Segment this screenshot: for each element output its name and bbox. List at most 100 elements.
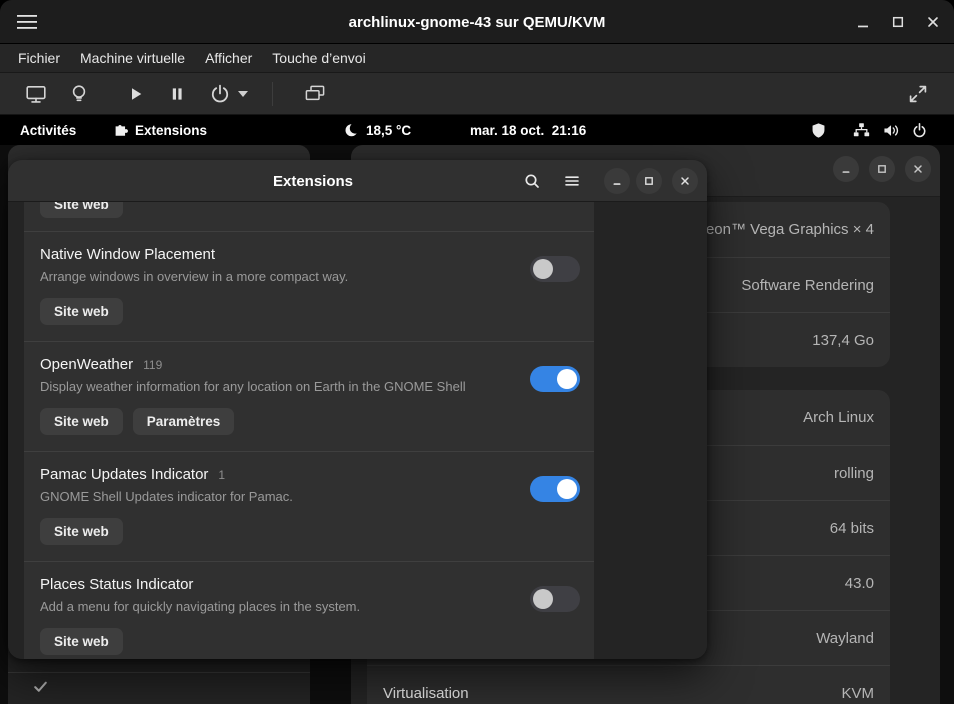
minimize-button[interactable]	[604, 168, 630, 194]
shutdown-menu-button[interactable]	[233, 77, 253, 111]
extension-row-header: Pamac Updates Indicator 1	[40, 466, 578, 484]
extension-name: Native Window Placement	[40, 246, 216, 263]
puzzle-icon	[115, 124, 128, 136]
search-button[interactable]	[516, 165, 548, 197]
extension-buttons: Site web	[40, 518, 578, 545]
virt-manager-window: archlinux-gnome-43 sur QEMU/KVM Fichier …	[0, 0, 954, 704]
minimize-icon	[842, 171, 850, 173]
extension-website-button[interactable]: Site web	[40, 628, 123, 655]
extension-description: Display weather information for any loca…	[40, 379, 466, 394]
system-status-area[interactable]	[810, 115, 928, 145]
clock-button[interactable]: mar. 18 oct. 21:16	[464, 115, 592, 145]
extensions-content: Site web Native Window Placement Arrange w…	[8, 202, 707, 659]
extension-website-button[interactable]: Site web	[40, 408, 123, 435]
menu-afficher[interactable]: Afficher	[195, 50, 262, 66]
close-icon	[681, 177, 689, 185]
extension-description: Arrange windows in overview in a more co…	[40, 269, 349, 284]
virtual-displays-button[interactable]	[298, 77, 332, 111]
settings-row: Virtualisation KVM	[367, 665, 890, 704]
shield-icon	[812, 122, 825, 138]
maximize-icon	[892, 16, 904, 28]
toolbar-separator	[272, 82, 273, 106]
separator	[8, 672, 310, 673]
settings-row-value: Wayland	[816, 629, 874, 647]
check-icon	[34, 681, 47, 692]
pause-button[interactable]	[160, 77, 194, 111]
extensions-title: Extensions	[272, 172, 354, 190]
extension-website-button[interactable]: Site web	[40, 202, 123, 218]
extension-count-badge: 1	[218, 468, 226, 482]
run-button[interactable]	[118, 77, 152, 111]
window-title: archlinux-gnome-43 sur QEMU/KVM	[348, 13, 606, 31]
extensions-window: Extensions Site web Native Window Placem…	[8, 160, 707, 659]
fullscreen-icon	[909, 85, 927, 103]
close-icon	[914, 165, 922, 173]
minimize-button[interactable]	[856, 15, 870, 29]
extension-row-partial: Site web	[24, 202, 594, 231]
activities-button[interactable]: Activités	[14, 115, 82, 145]
menubar: Fichier Machine virtuelle Afficher Touch…	[0, 44, 954, 73]
maximize-icon	[878, 165, 886, 173]
extensions-headerbar: Extensions	[8, 160, 707, 202]
lightbulb-icon	[72, 85, 86, 102]
extension-toggle[interactable]	[530, 476, 580, 502]
settings-row-value: 137,4 Go	[812, 331, 874, 349]
network-icon	[853, 122, 870, 136]
toolbar	[0, 73, 954, 115]
minimize-icon	[613, 183, 621, 185]
extension-toggle[interactable]	[530, 366, 580, 392]
titlebar: archlinux-gnome-43 sur QEMU/KVM	[0, 0, 954, 44]
close-button[interactable]	[905, 156, 931, 182]
displays-icon	[305, 85, 325, 101]
menu-machine-virtuelle[interactable]: Machine virtuelle	[70, 50, 195, 66]
close-button[interactable]	[672, 168, 698, 194]
toggle-knob	[557, 369, 577, 389]
volume-icon	[884, 124, 899, 136]
extension-toggle[interactable]	[530, 586, 580, 612]
extension-toggle[interactable]	[530, 256, 580, 282]
hardware-details-button[interactable]	[62, 77, 96, 111]
menu-icon	[565, 176, 579, 186]
console-button[interactable]	[19, 77, 53, 111]
menu-fichier[interactable]: Fichier	[8, 50, 70, 66]
pause-icon	[172, 88, 182, 100]
extension-settings-button[interactable]: Paramètres	[132, 408, 235, 435]
extension-count-badge: 119	[143, 358, 163, 372]
fullscreen-button[interactable]	[901, 77, 935, 111]
minimize-button[interactable]	[833, 156, 859, 182]
settings-row-value: 64 bits	[829, 519, 874, 537]
shutdown-button[interactable]	[203, 77, 237, 111]
maximize-button[interactable]	[891, 15, 905, 29]
weather-indicator[interactable]: 18,5 °C	[338, 115, 417, 145]
extension-row-header: Native Window Placement	[40, 246, 578, 264]
settings-row-value: Arch Linux	[803, 409, 874, 426]
maximize-button[interactable]	[636, 168, 662, 194]
extension-row: Pamac Updates Indicator 1 GNOME Shell Upda…	[24, 451, 594, 561]
extensions-list: Site web Native Window Placement Arrange w…	[24, 202, 594, 659]
extension-row: Native Window Placement Arrange windows i…	[24, 231, 594, 341]
settings-row-value: KVM	[841, 684, 874, 702]
toggle-knob	[533, 259, 553, 279]
extensions-indicator[interactable]: Extensions	[106, 115, 213, 145]
close-button[interactable]	[926, 15, 940, 29]
extension-website-button[interactable]: Site web	[40, 298, 123, 325]
window-controls	[856, 0, 940, 44]
settings-row-label: Virtualisation	[383, 684, 469, 702]
toggle-knob	[557, 479, 577, 499]
primary-menu-button[interactable]	[556, 165, 588, 197]
extension-row-header: Places Status Indicator	[40, 576, 578, 594]
activities-label: Activités	[20, 122, 77, 138]
toggle-knob	[533, 589, 553, 609]
extension-website-button[interactable]: Site web	[40, 518, 123, 545]
maximize-button[interactable]	[869, 156, 895, 182]
extension-row: OpenWeather 119 Display weather informatio…	[24, 341, 594, 451]
settings-row-value: rolling	[833, 464, 874, 482]
minimize-icon	[858, 25, 868, 28]
extension-name: Places Status Indicator	[40, 576, 194, 593]
clock-label: mar. 18 oct. 21:16	[470, 122, 587, 138]
extension-row: Places Status Indicator Add a menu for qu…	[24, 561, 594, 659]
settings-row-value: 43.0	[844, 574, 874, 592]
menu-touche-denvoi[interactable]: Touche d’envoi	[262, 50, 375, 66]
extension-name: OpenWeather	[40, 356, 134, 373]
close-icon	[928, 17, 938, 27]
